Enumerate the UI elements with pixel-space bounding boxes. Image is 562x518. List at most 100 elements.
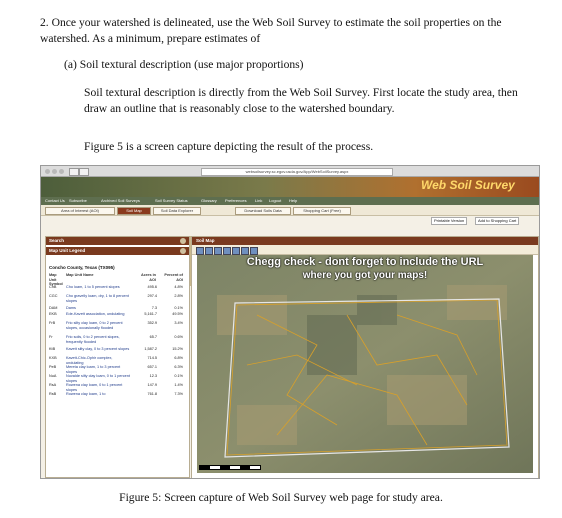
overlay-note-line-1: Chegg check - dont forget to include the… [246,256,484,268]
aerial-map [197,255,533,473]
window-close-icon[interactable] [45,169,50,174]
measure-icon[interactable] [241,247,249,255]
acres-in-aoi: 352.9 [147,321,157,325]
legend-panel-header[interactable]: Map Unit Legend [46,247,189,255]
forward-button[interactable] [79,168,89,176]
map-unit-symbol: KtB [49,347,56,351]
map-unit-name[interactable]: Frio soils, 0 to 2 percent slopes, frequ… [66,335,130,344]
county-header: Concho County, Texas (TX095) [49,265,115,270]
tab-download-soils-data[interactable]: Download Soils Data [235,207,291,215]
acres-in-aoi: 495.6 [147,285,157,289]
map-unit-name[interactable]: Frio silty clay loam, 0 to 2 percent slo… [66,321,130,330]
nav-logout[interactable]: Logout [269,198,281,203]
map-unit-name[interactable]: Dams [66,306,130,311]
map-unit-symbol: PeB [49,365,57,369]
map-unit-name[interactable]: Rowena clay loam, 1 to [66,392,130,397]
acres-in-aoi: 761.8 [147,392,157,396]
printable-version-button[interactable]: Printable Version [431,217,468,225]
action-row: Printable Version Add to Shopping Cart [41,216,539,225]
acres-in-aoi: 714.5 [147,356,157,360]
nav-link[interactable]: Link [255,198,262,203]
percent-of-aoi: 1.4% [174,383,183,387]
map-unit-symbol: ChB [49,285,57,289]
document-page: 2. Once your watershed is delineated, us… [0,0,562,518]
nav-contact-us[interactable]: Contact Us [45,198,65,203]
left-panel: Search Map Unit Legend Concho County, Te… [45,236,190,478]
percent-of-aoi: 3.4% [174,321,183,325]
percent-of-aoi: 0.1% [174,306,183,310]
map-unit-symbol: RsB [49,392,57,396]
map-unit-name[interactable]: Ede-Kavett association, undulating [66,312,130,317]
identify-icon[interactable] [232,247,240,255]
collapse-icon[interactable] [180,248,186,254]
percent-of-aoi: 6.3% [174,365,183,369]
col-percent: Percent of AOI [164,273,183,282]
map-unit-name[interactable]: Mereta clay loam, 1 to 3 percent slopes [66,365,130,374]
percent-of-aoi: 6.8% [174,356,183,360]
acres-in-aoi: 657.1 [147,365,157,369]
nav-preferences[interactable]: Preferences [225,198,247,203]
map-unit-name[interactable]: Kavett silty clay, 0 to 3 percent slopes [66,347,130,352]
map-unit-symbol: NuA [49,374,57,378]
question-item-2: 2. Once your watershed is delineated, us… [40,16,502,45]
percent-of-aoi: 7.3% [174,392,183,396]
map-unit-name[interactable]: Nuvalde silty clay loam, 0 to 1 percent … [66,374,130,383]
tab-soil-data-explorer[interactable]: Soil Data Explorer [153,207,201,215]
web-soil-survey-logo: Web Soil Survey [421,178,515,192]
percent-of-aoi: 0.6% [174,335,183,339]
acres-in-aoi: 7.3 [151,306,157,310]
nav-survey-status[interactable]: Soil Survey Status [155,198,188,203]
map-unit-name[interactable]: Kavett-Chic-Ophir complex, undulating [66,356,130,365]
zoom-out-icon[interactable] [205,247,213,255]
map-panel: Soil Map Chegg check - dont forget to in… [191,236,539,478]
site-banner: Web Soil Survey [41,177,539,197]
figure-caption: Figure 5: Screen capture of Web Soil Sur… [119,491,443,504]
acres-in-aoi: 12.3 [149,374,157,378]
top-nav: Contact Us Subscribe Archived Soil Surve… [41,197,539,205]
acres-in-aoi: 65.7 [149,335,157,339]
question-item-2a: (a) Soil textural description (use major… [64,58,304,71]
browser-chrome: websoilsurvey.sc.egov.usda.gov/App/WebSo… [41,166,539,177]
scale-bar [199,465,261,470]
search-panel-header[interactable]: Search [46,237,189,245]
map-toolbar [192,245,538,255]
map-unit-name[interactable]: Cho loam, 1 to 5 percent slopes [66,285,130,290]
nav-archived[interactable]: Archived Soil Surveys [101,198,140,203]
zoom-in-icon[interactable] [196,247,204,255]
nav-subscribe[interactable]: Subscribe [69,198,87,203]
figure-screenshot: websoilsurvey.sc.egov.usda.gov/App/WebSo… [40,165,540,479]
map-unit-name[interactable]: Rowena clay loam, 0 to 1 percent slopes [66,383,130,392]
back-button[interactable] [69,168,79,176]
col-name: Map Unit Name [66,273,94,277]
full-extent-icon[interactable] [223,247,231,255]
map-unit-symbol: KXB [49,356,57,360]
add-to-cart-button[interactable]: Add to Shopping Cart [475,217,520,225]
pan-icon[interactable] [214,247,222,255]
map-unit-symbol: RsA [49,383,57,387]
percent-of-aoi: 4.8% [174,285,183,289]
percent-of-aoi: 2.8% [174,294,183,298]
window-zoom-icon[interactable] [59,169,64,174]
nav-glossary[interactable]: Glossary [201,198,217,203]
acres-in-aoi: 1,587.2 [144,347,157,351]
window-minimize-icon[interactable] [52,169,57,174]
overlay-note-line-2: where you got your maps! [302,270,428,281]
soil-map-image[interactable]: Chegg check - dont forget to include the… [197,255,533,473]
map-unit-symbol: EKB [49,312,57,316]
nav-help[interactable]: Help [289,198,297,203]
col-acres: Acres in AOI [141,273,156,282]
address-bar[interactable]: websoilsurvey.sc.egov.usda.gov/App/WebSo… [201,168,393,176]
map-panel-header: Soil Map [192,237,538,245]
percent-of-aoi: 0.1% [174,374,183,378]
print-icon[interactable] [250,247,258,255]
expand-icon[interactable] [180,238,186,244]
map-unit-symbol: Fr [49,335,53,339]
percent-of-aoi: 49.5% [172,312,183,316]
map-unit-name[interactable]: Cho gravelly loam, dry, 1 to 8 percent s… [66,294,130,303]
answer-paragraph-2: Figure 5 is a screen capture depicting t… [84,140,374,153]
acres-in-aoi: 297.4 [147,294,157,298]
tab-area-of-interest[interactable]: Area of Interest (AOI) [45,207,115,215]
tab-shopping-cart[interactable]: Shopping Cart (Free) [293,207,351,215]
tab-soil-map[interactable]: Soil Map [117,207,151,215]
map-unit-symbol: DAM [49,306,58,310]
